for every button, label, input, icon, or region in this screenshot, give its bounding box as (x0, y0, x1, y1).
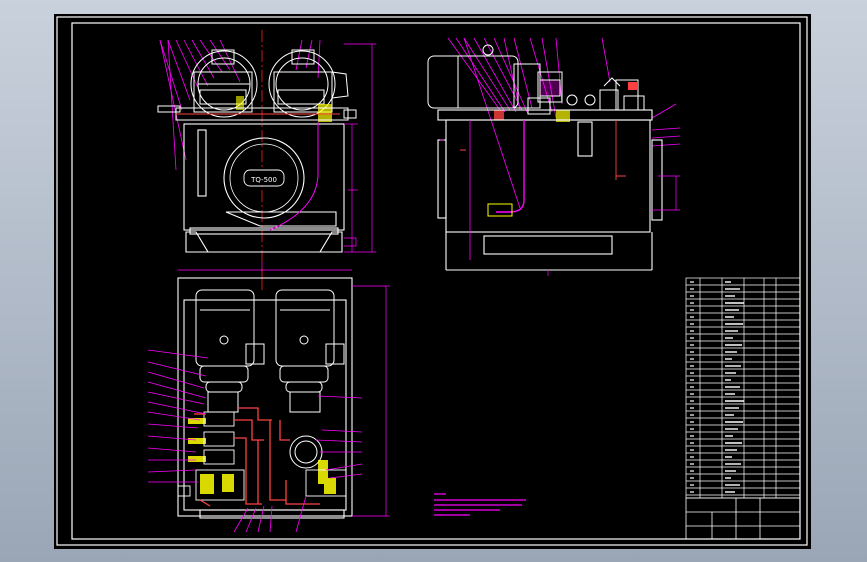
parts-list-text (690, 281, 744, 493)
nameplate-label: TQ-500 (250, 176, 277, 184)
top-motor-left (195, 289, 265, 393)
hydraulic-station-drawing: TQ-500 (56, 16, 808, 546)
coupling-left (318, 104, 332, 122)
technical-notes (434, 493, 526, 516)
cad-drawing-viewport[interactable]: TQ-500 (54, 14, 811, 549)
side-view (427, 37, 681, 276)
parts-list-table (685, 277, 801, 499)
front-view: TQ-500 (157, 30, 376, 272)
tank-front (183, 123, 345, 253)
side-view-leaders (447, 37, 681, 209)
motor-right (268, 49, 349, 118)
top-motor-right (275, 289, 345, 393)
drawing-border (56, 16, 808, 546)
top-view (147, 268, 390, 533)
motor-left (190, 49, 258, 118)
title-block (685, 497, 801, 540)
